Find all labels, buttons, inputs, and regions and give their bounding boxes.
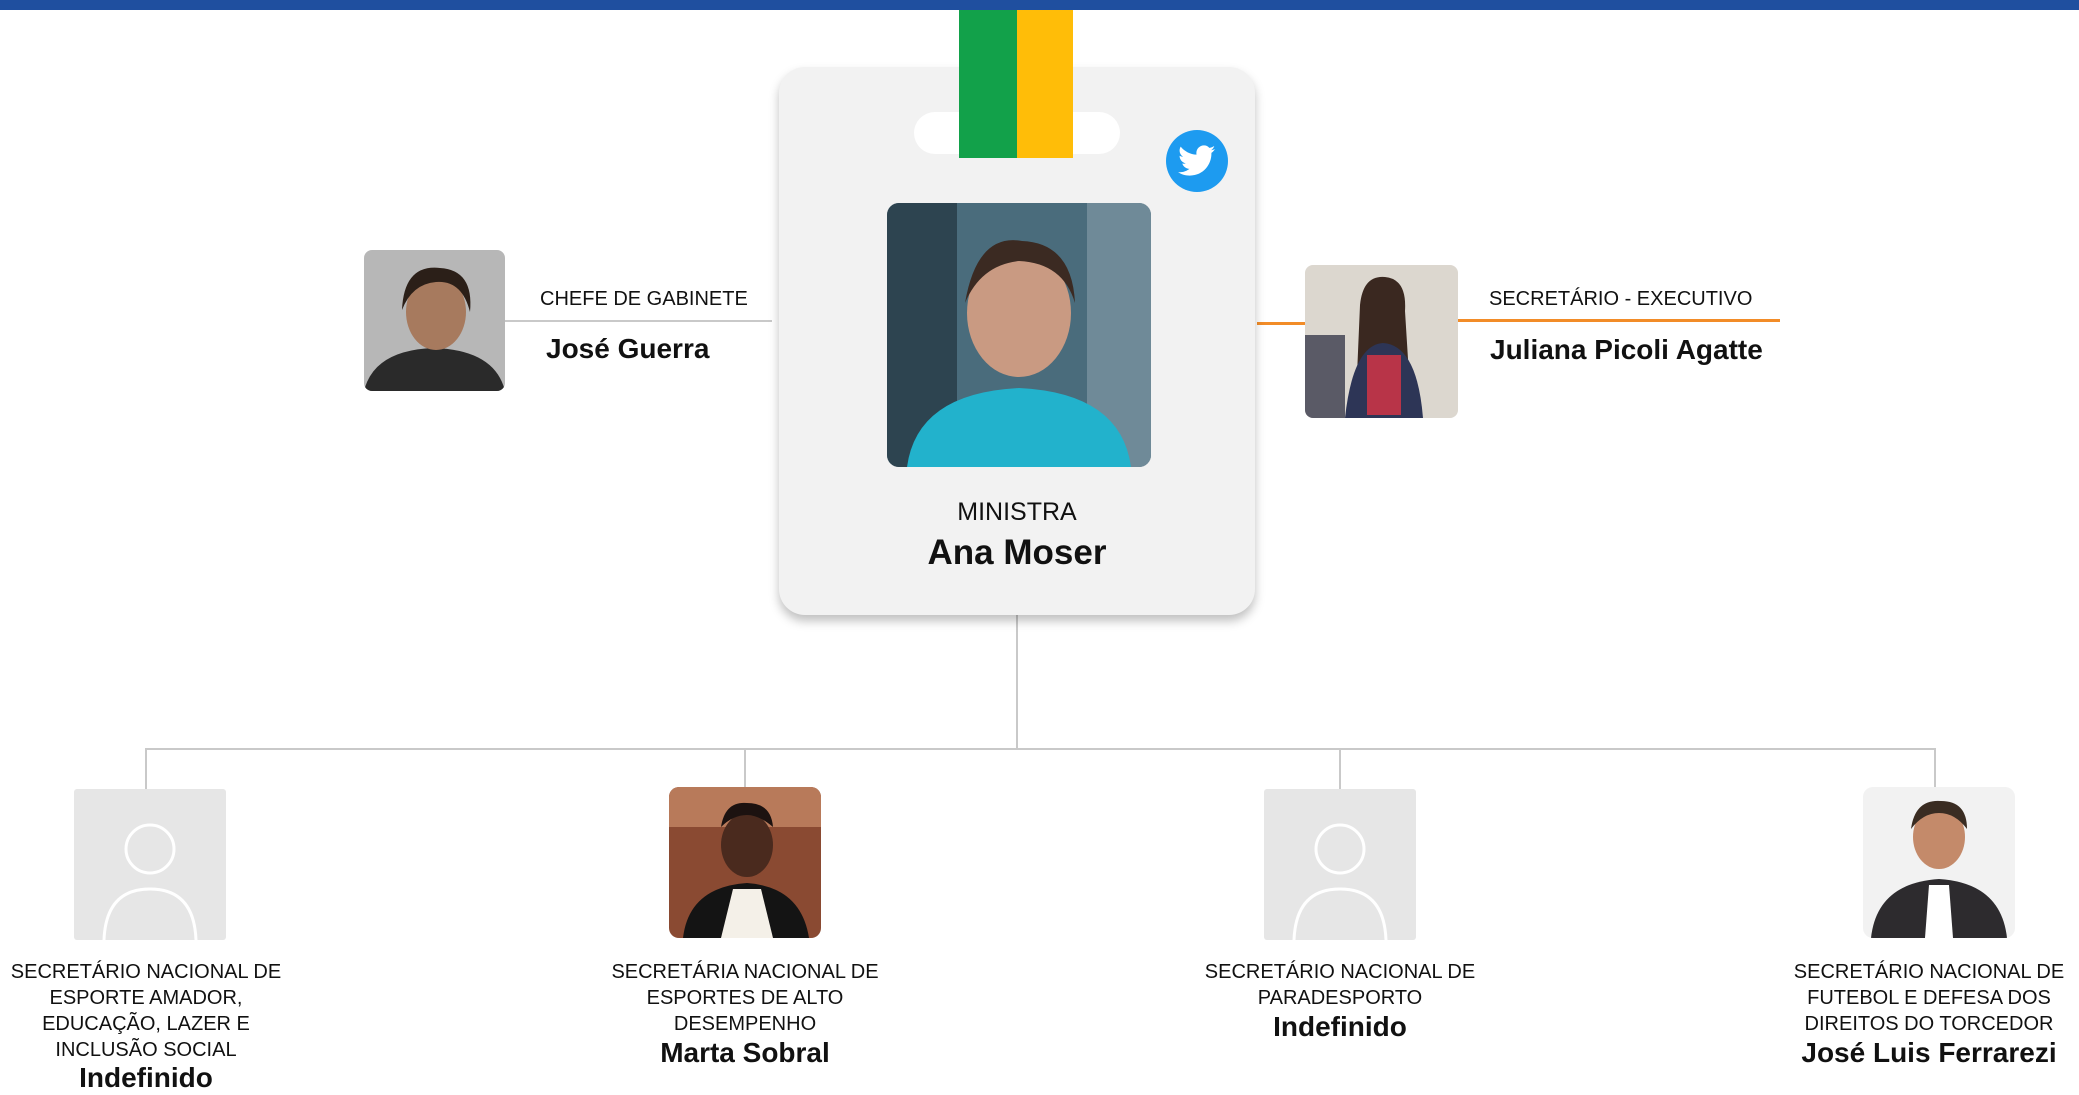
secretary-4-photo [1863,787,2015,938]
executive-secretary-name: Juliana Picoli Agatte [1490,334,1763,365]
twitter-icon[interactable] [1166,130,1228,192]
secretary-2-role-line: ESPORTES DE ALTO [646,987,844,1009]
connector-drop-2 [744,748,746,790]
minister-role: MINISTRA [957,498,1077,526]
connector-drop-1 [145,748,147,790]
secretary-1-name: Indefinido [79,1062,213,1093]
minister-photo [887,203,1151,467]
chief-of-staff-photo [364,250,505,391]
lanyard-green [959,10,1017,158]
secretary-2-role-line: SECRETÁRIA NACIONAL DE [611,961,879,983]
connector-branch [145,748,1936,750]
connector-drop-4 [1934,748,1936,790]
secretary-1-role-line: ESPORTE AMADOR, [49,987,243,1009]
minister-name: Ana Moser [927,533,1107,572]
secretary-3-role-line: SECRETÁRIO NACIONAL DE [1204,961,1476,983]
chief-of-staff-name: José Guerra [546,333,710,364]
executive-secretary-photo [1305,265,1458,418]
secretary-4-role-line: FUTEBOL E DEFESA DOS [1807,987,2051,1009]
secretary-2-role-line: DESEMPENHO [673,1013,817,1035]
secretary-3-role-line: PARADESPORTO [1257,987,1423,1009]
connector-exec-right [1458,319,1780,322]
secretary-1-role-line: INCLUSÃO SOCIAL [55,1039,237,1061]
secretary-1-role-line: SECRETÁRIO NACIONAL DE [10,961,282,983]
secretary-2-photo [669,787,821,938]
placeholder-avatar-icon [1264,789,1416,940]
top-bar [0,0,2079,10]
executive-secretary-role: SECRETÁRIO - EXECUTIVO [1489,288,1753,310]
secretary-4-name: José Luis Ferrarezi [1801,1037,2057,1068]
connector-chief [504,320,772,322]
chief-of-staff-role: CHEFE DE GABINETE [540,288,748,310]
secretary-4-role-line: DIREITOS DO TORCEDOR [1804,1013,2054,1035]
secretary-2-name: Marta Sobral [660,1037,830,1068]
lanyard-yellow [1017,10,1073,158]
secretary-1-role-line: EDUCAÇÃO, LAZER E [42,1013,250,1035]
placeholder-avatar-icon [74,789,226,940]
connector-drop-3 [1339,748,1341,790]
connector-exec-left [1257,322,1305,325]
secretary-4-role-line: SECRETÁRIO NACIONAL DE [1793,961,2065,983]
secretary-3-name: Indefinido [1273,1011,1407,1042]
connector-trunk [1016,615,1018,748]
